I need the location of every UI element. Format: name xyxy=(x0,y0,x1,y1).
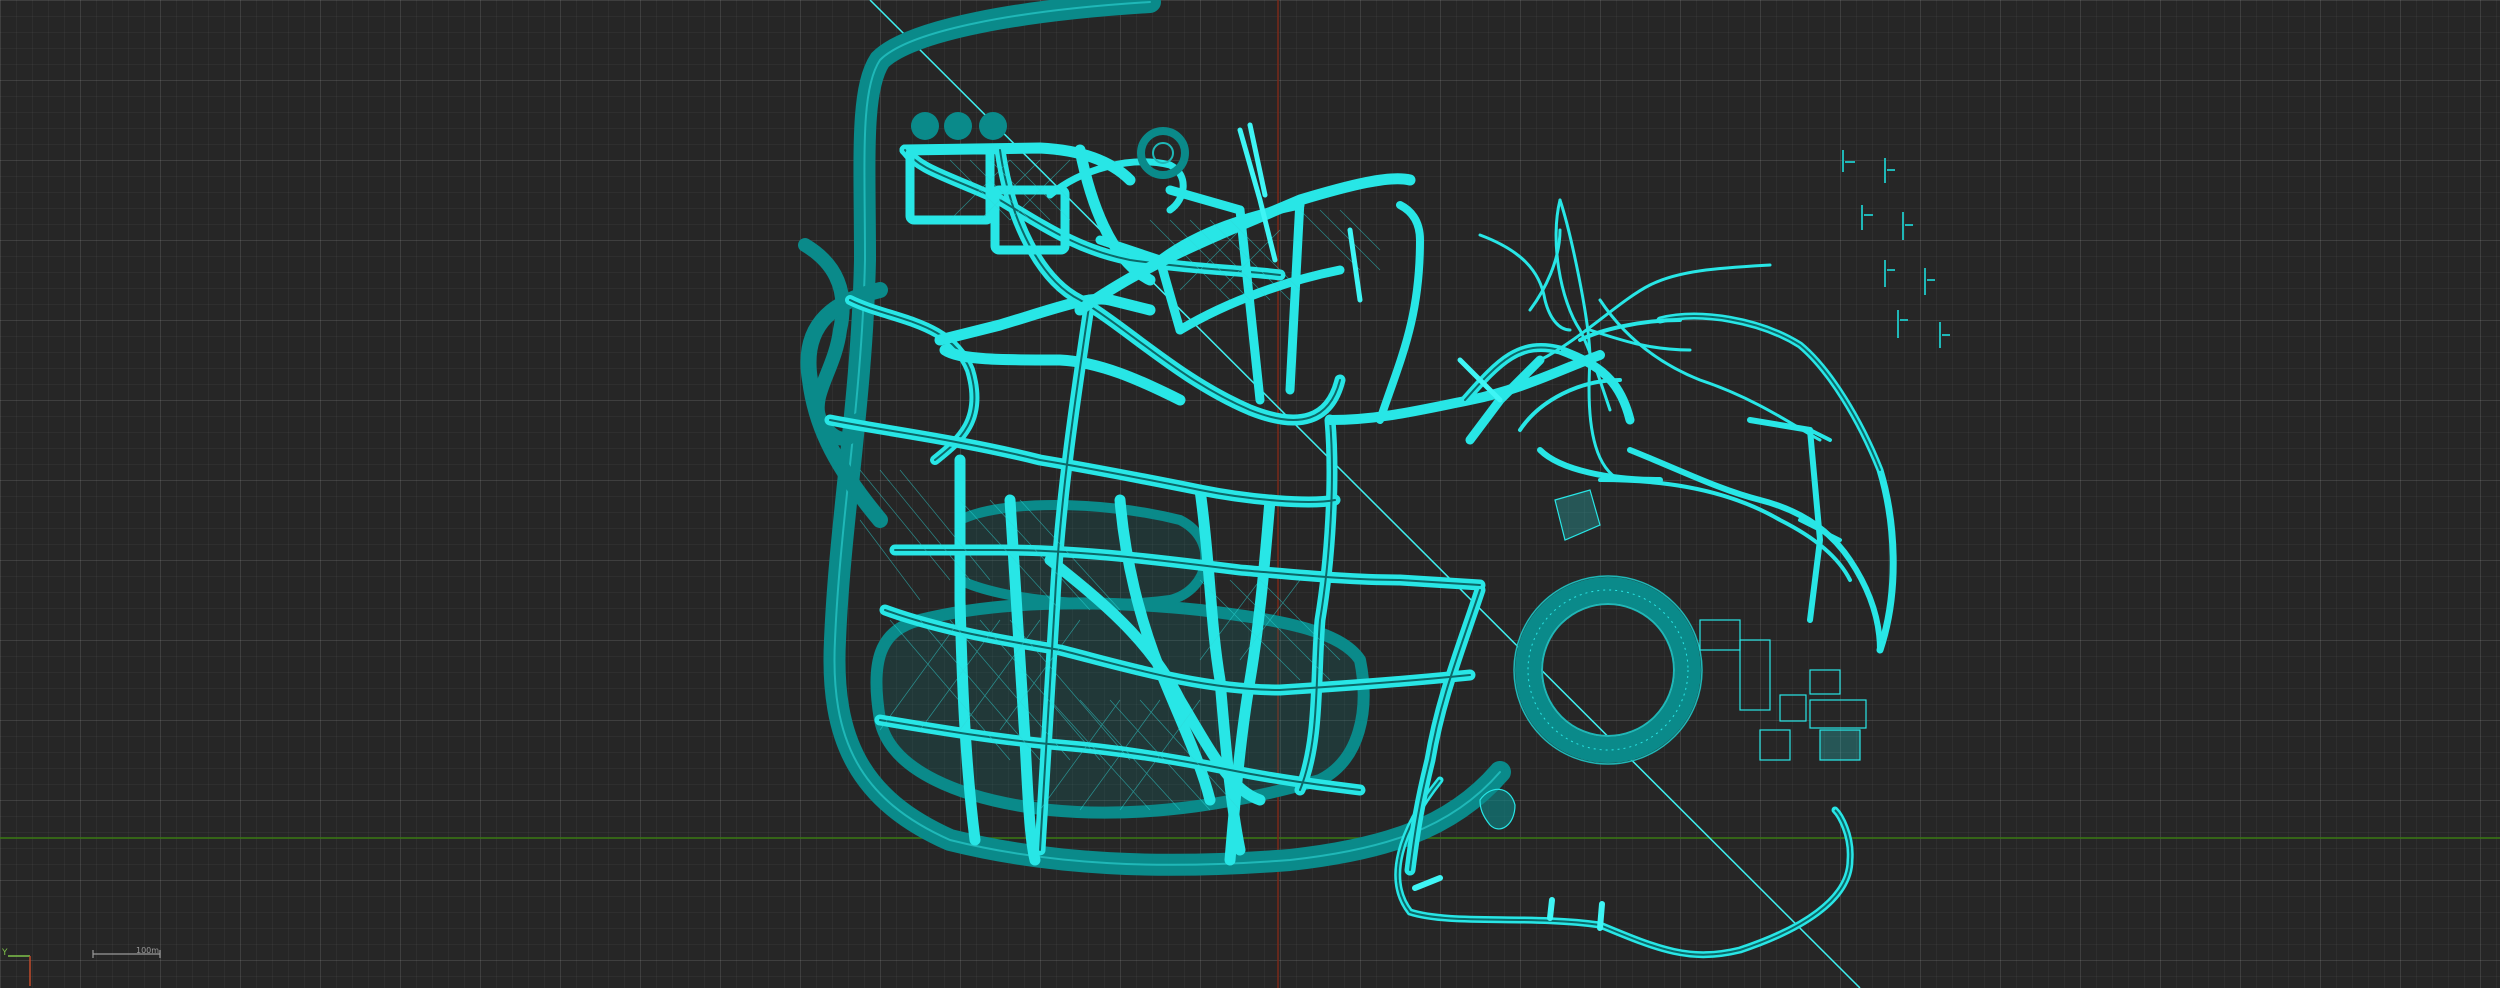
scale-bar-label: 100m xyxy=(136,946,160,955)
axis-indicator-label: Y xyxy=(2,948,8,958)
east-arterials xyxy=(1460,198,1897,654)
scattered-markers xyxy=(1842,150,1950,348)
north-feeder-roads xyxy=(1237,122,1503,403)
city-road-network xyxy=(0,0,2500,988)
stadium xyxy=(1513,575,1703,765)
axis-gizmo xyxy=(8,955,31,986)
road-grid xyxy=(824,142,1605,876)
west-district-roads xyxy=(798,238,980,528)
3d-viewport[interactable]: 100m Y xyxy=(0,0,2500,988)
